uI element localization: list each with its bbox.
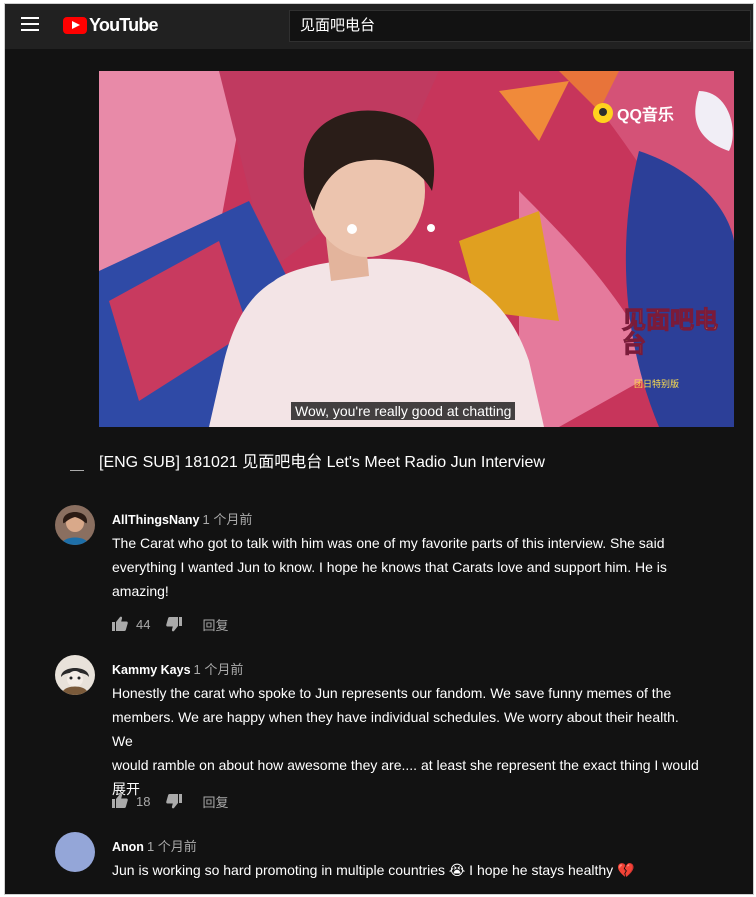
avatar[interactable]	[55, 832, 95, 872]
dislike-icon[interactable]	[166, 616, 183, 632]
video-subtitle: Wow, you're really good at chatting	[291, 402, 516, 420]
avatar[interactable]	[55, 655, 95, 695]
show-logo-text: 见面吧电台	[622, 307, 719, 358]
qq-music-watermark: QQ音乐	[593, 101, 674, 125]
like-icon[interactable]	[112, 793, 128, 809]
top-bar: YouTube 见面吧电台	[5, 4, 753, 49]
comment-line: amazing!	[112, 583, 169, 599]
divider	[70, 470, 84, 471]
comment-author[interactable]: Kammy Kays	[112, 663, 191, 677]
qq-music-icon	[593, 103, 613, 123]
comment-actions: 18 回复	[112, 791, 228, 811]
reply-button[interactable]: 回复	[202, 615, 228, 634]
comment-header: AllThingsNany 1 个月前	[112, 509, 252, 528]
avatar[interactable]	[55, 505, 95, 545]
comment-time[interactable]: 1 个月前	[147, 839, 197, 854]
comment-text: The Carat who got to talk with him was o…	[112, 531, 702, 603]
comment-time[interactable]: 1 个月前	[203, 512, 253, 527]
like-count: 18	[136, 793, 151, 809]
comment-author[interactable]: AllThingsNany	[112, 513, 200, 527]
youtube-play-icon	[63, 16, 87, 34]
comment-author[interactable]: Anon	[112, 840, 144, 854]
like-icon[interactable]	[112, 616, 128, 632]
comment-line: members. We are happy when they have ind…	[112, 709, 679, 749]
comment-line: The Carat who got to talk with him was o…	[112, 535, 665, 551]
comment-line: Jun is working so hard promoting in mult…	[112, 862, 635, 878]
comment-header: Anon 1 个月前	[112, 836, 197, 855]
comment-text: Honestly the carat who spoke to Jun repr…	[112, 681, 702, 801]
comment-line: would ramble on about how awesome they a…	[112, 757, 699, 773]
comment-line: everything I wanted Jun to know. I hope …	[112, 559, 667, 575]
comment-time[interactable]: 1 个月前	[194, 662, 244, 677]
reply-button[interactable]: 回复	[202, 792, 228, 811]
video-player[interactable]: QQ音乐 见面吧电台 团日特别版 Wow, you're really good…	[99, 71, 734, 427]
comment-header: Kammy Kays 1 个月前	[112, 659, 243, 678]
video-title: [ENG SUB] 181021 见面吧电台 Let's Meet Radio …	[99, 454, 545, 471]
logo-text: YouTube	[89, 14, 159, 35]
dislike-icon[interactable]	[166, 793, 183, 809]
youtube-logo[interactable]: YouTube	[63, 14, 159, 35]
menu-icon[interactable]	[21, 17, 39, 31]
like-count: 44	[136, 616, 151, 632]
search-input[interactable]: 见面吧电台	[289, 10, 751, 42]
youtube-window: YouTube 见面吧电台 QQ音乐 见面吧电台 团日特别版 Wow, you'…	[4, 3, 754, 895]
qq-music-label: QQ音乐	[617, 107, 674, 124]
show-logo: 见面吧电台 团日特别版	[586, 303, 726, 389]
show-logo-subtext: 团日特别版	[634, 379, 680, 389]
comment-text: Jun is working so hard promoting in mult…	[112, 858, 702, 882]
comment-actions: 44 回复	[112, 614, 228, 634]
comment-line: Honestly the carat who spoke to Jun repr…	[112, 685, 672, 701]
